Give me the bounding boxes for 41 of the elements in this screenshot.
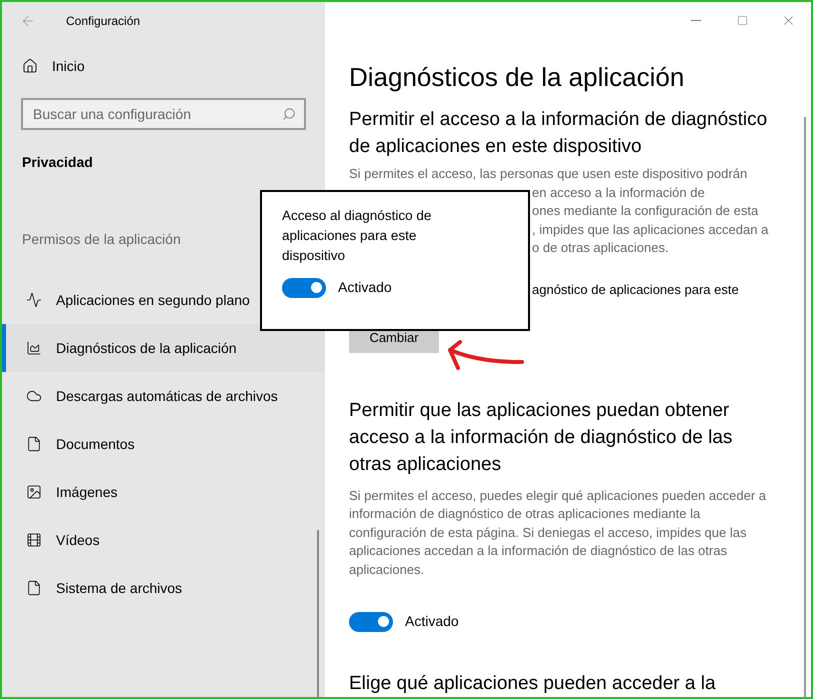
chart-icon xyxy=(26,340,42,356)
search-icon[interactable] xyxy=(282,107,296,121)
cloud-icon xyxy=(26,388,42,404)
film-icon xyxy=(26,532,42,548)
popup-title: Acceso al diagnóstico de aplicaciones para este dispositivo xyxy=(282,207,432,265)
description-text: Si permites el acceso, las personas que usen este dispositivo podrán xyxy=(349,165,748,183)
home-icon xyxy=(22,58,38,74)
section-heading: Permitir el acceso a la información de diagnóstico de aplicaciones en este dispositivo xyxy=(349,108,768,159)
window-title: Configuración xyxy=(66,13,140,30)
section-heading: Permitir que las aplicaciones puedan obtener acceso a la información de diagnóstico de las otras aplicaciones xyxy=(349,398,734,476)
document-icon xyxy=(26,580,42,596)
home-link[interactable]: Inicio xyxy=(2,52,325,80)
image-icon xyxy=(26,484,42,500)
search-field[interactable]: Buscar una configuración xyxy=(21,98,306,130)
section-title: Privacidad xyxy=(22,153,94,172)
document-icon xyxy=(26,436,42,452)
toggle-label: Activado xyxy=(338,278,392,297)
setting-label: agnóstico de aplicaciones para este xyxy=(532,280,739,299)
description-text: o de otras aplicaciones. xyxy=(532,239,669,257)
scrollbar[interactable] xyxy=(317,530,319,697)
nav-item[interactable]: Diagnósticos de la aplicación xyxy=(2,324,325,372)
nav-item[interactable]: Imágenes xyxy=(2,468,325,516)
nav-item[interactable]: Vídeos xyxy=(2,516,325,564)
description-text: ones mediante la configuración de esta xyxy=(532,202,758,220)
page-title: Diagnósticos de la aplicación xyxy=(349,61,686,94)
description-text: en acceso a la información de xyxy=(532,184,705,202)
description-text: , impides que las aplicaciones accedan a xyxy=(532,220,768,239)
group-label: Permisos de la aplicación xyxy=(22,230,181,249)
section-heading: Elige qué aplicaciones pueden acceder a la xyxy=(349,672,717,696)
toggle-switch[interactable] xyxy=(282,278,326,298)
toggle-label: Activado xyxy=(405,612,459,631)
maximize-icon xyxy=(736,14,748,26)
nav-item[interactable]: Aplicaciones en segundo plano xyxy=(2,276,325,324)
description-text: Si permites el acceso, puedes elegir qué aplicaciones pueden acceder a información de diagnóstico de otras aplicaciones mediante la configuración de esta página. Si deniegas el acceso, impides que las aplicaciones accedan a la información de diagnóstico de las otras aplicaciones. xyxy=(349,486,767,579)
pulse-icon xyxy=(26,292,42,308)
nav-item[interactable]: Documentos xyxy=(2,420,325,468)
nav-item[interactable]: Sistema de archivos xyxy=(2,564,325,612)
nav-item[interactable]: Descargas automáticas de archivos xyxy=(2,372,325,420)
back-icon[interactable] xyxy=(20,13,36,29)
toggle-switch[interactable] xyxy=(349,612,393,632)
scrollbar[interactable] xyxy=(804,117,806,697)
